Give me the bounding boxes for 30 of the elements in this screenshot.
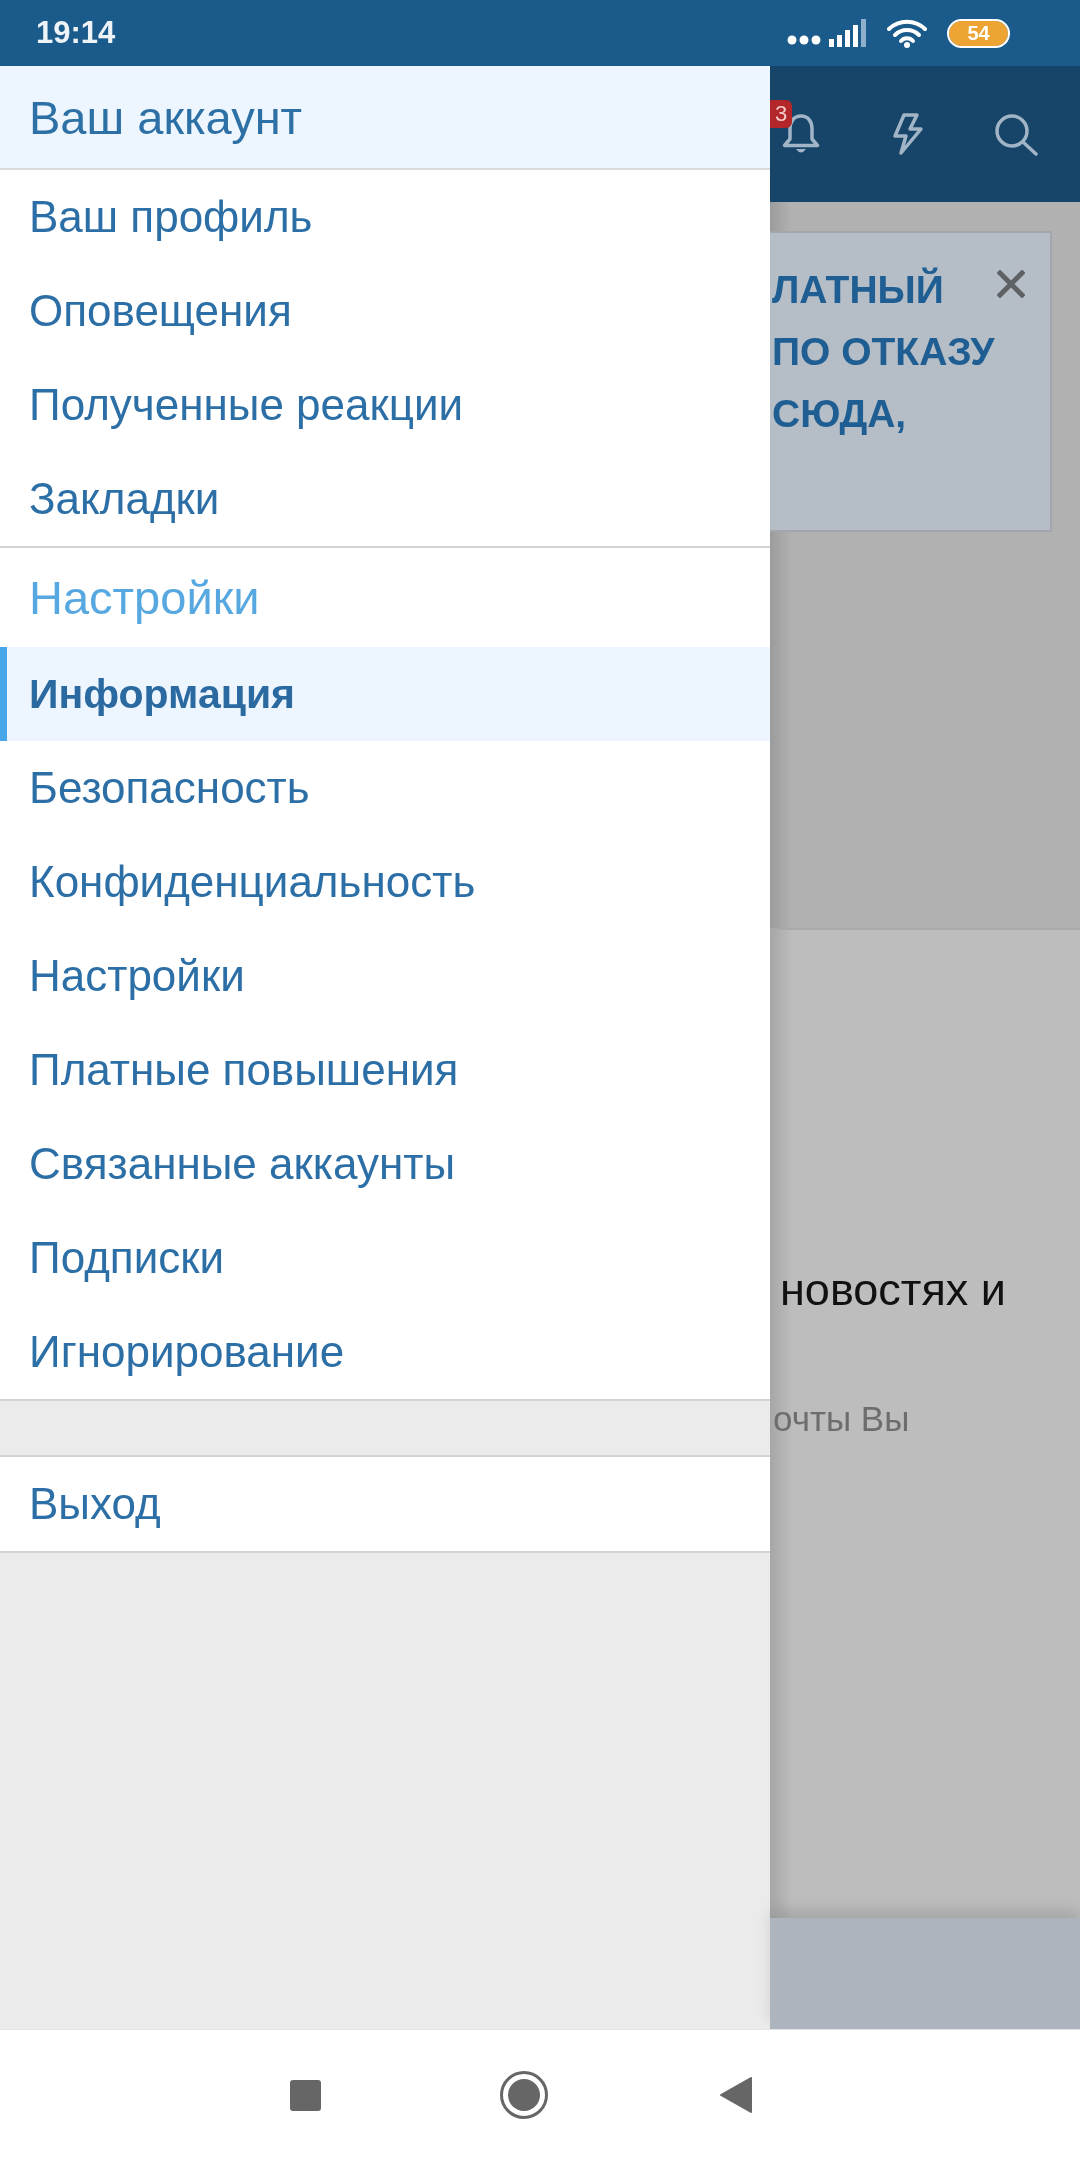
section-heading: Настройки [0,548,770,647]
menu-item[interactable]: Закладки [0,452,770,546]
search-icon[interactable] [993,112,1039,156]
lightning-icon[interactable] [890,112,926,156]
menu-item[interactable]: Конфиденциальность [0,835,770,929]
menu-item[interactable]: Ваш профиль [0,170,770,264]
battery-indicator: 54 [947,18,1010,48]
notification-badge: 3 [770,100,792,128]
more-dots-icon [787,35,821,45]
menu-item[interactable]: Полученные реакции [0,358,770,452]
wifi-icon [887,18,927,48]
banner-text: ЛАТНЫЙ ПО ОТКАЗУ СЮДА, [771,266,995,437]
body-text: новостях и [780,1263,1006,1317]
back-icon[interactable] [720,2077,752,2113]
menu-item[interactable]: Игнорирование [0,1305,770,1399]
menu-item[interactable]: Платные повышения [0,1023,770,1117]
signal-icon [829,19,869,47]
menu-item[interactable]: Выход [0,1457,770,1551]
menu-item[interactable]: Подписки [0,1211,770,1305]
menu-item[interactable]: Связанные аккаунты [0,1117,770,1211]
drawer-header: Ваш аккаунт [0,66,770,170]
status-time: 19:14 [36,15,116,51]
menu-item[interactable]: Оповещения [0,264,770,358]
close-icon[interactable] [997,270,1025,298]
recents-icon[interactable] [290,2079,321,2111]
menu-item[interactable]: Информация [0,647,770,741]
note-text: очты Вы [773,1398,910,1440]
menu-item[interactable]: Безопасность [0,741,770,835]
home-icon[interactable] [500,2071,548,2119]
menu-item[interactable]: Настройки [0,929,770,1023]
